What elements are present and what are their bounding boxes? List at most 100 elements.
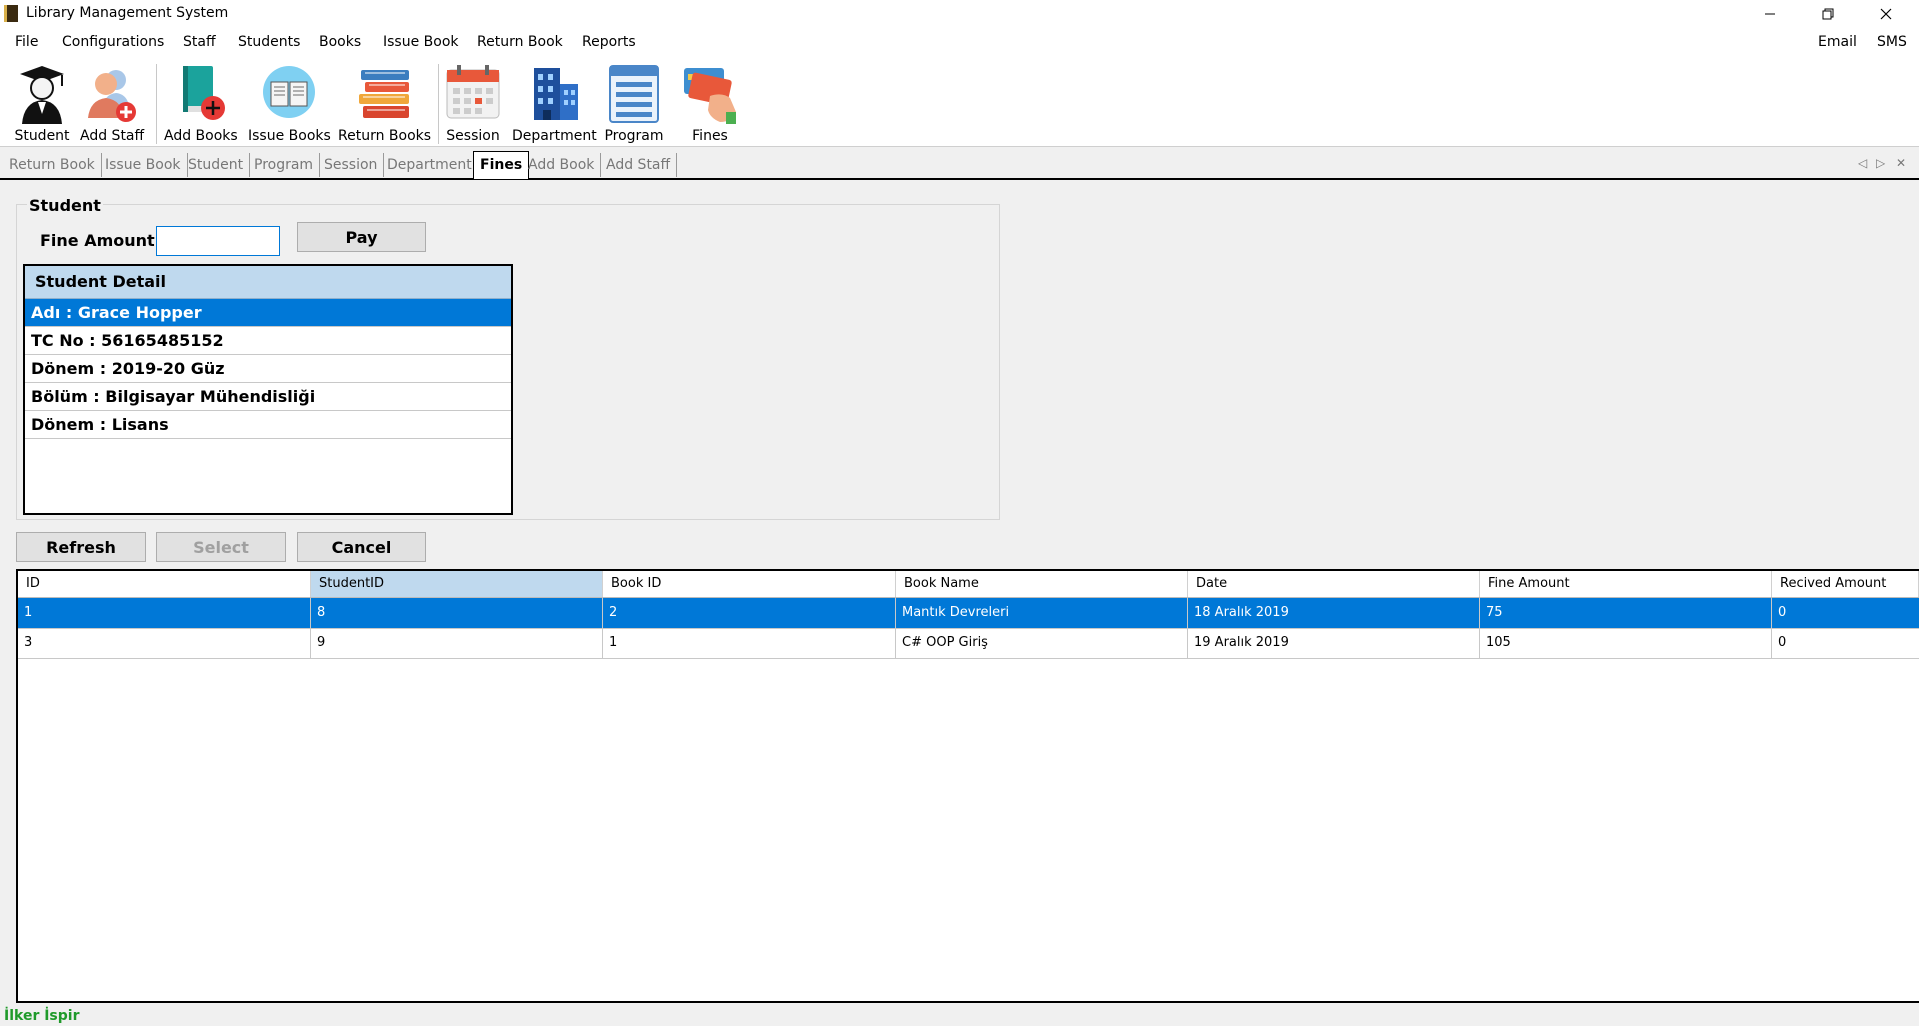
- toolbar-student-label: Student: [14, 128, 70, 144]
- menu-configurations[interactable]: Configurations: [62, 34, 164, 50]
- list-item[interactable]: Bölüm : Bilgisayar Mühendisliği: [25, 383, 511, 411]
- toolbar-add-books-button[interactable]: Add Books: [164, 62, 238, 144]
- student-group-title: Student: [27, 196, 103, 215]
- table-cell: 1: [603, 628, 896, 658]
- student-graduate-icon: [12, 62, 72, 126]
- toolbar-session-label: Session: [446, 128, 500, 144]
- table-row[interactable]: 1 8 2 Mantık Devreleri 18 Aralık 2019 75…: [18, 598, 1919, 629]
- menu-email[interactable]: Email: [1818, 34, 1857, 50]
- list-item[interactable]: Adı : Grace Hopper: [25, 299, 511, 327]
- table-cell: 19 Aralık 2019: [1188, 628, 1480, 658]
- table-cell: 9: [311, 628, 603, 658]
- grid-header: ID StudentID Book ID Book Name Date Fine…: [18, 571, 1919, 598]
- student-detail-list[interactable]: Student Detail Adı : Grace Hopper TC No …: [23, 264, 513, 515]
- tab-return-book[interactable]: Return Book: [3, 153, 102, 177]
- close-button[interactable]: [1857, 0, 1915, 28]
- book-stack-icon: [355, 62, 415, 126]
- table-row[interactable]: 3 9 1 C# OOP Giriş 19 Aralık 2019 105 0: [18, 628, 1919, 659]
- issue-book-icon: [259, 62, 319, 126]
- column-header-received-amount[interactable]: Recived Amount: [1772, 571, 1919, 597]
- toolbar-program-button[interactable]: Program: [604, 62, 664, 144]
- window-title: Library Management System: [26, 5, 229, 21]
- column-header-student-id[interactable]: StudentID: [311, 571, 603, 597]
- menu-return-book[interactable]: Return Book: [477, 34, 563, 50]
- column-header-date[interactable]: Date: [1188, 571, 1480, 597]
- table-cell: 18 Aralık 2019: [1188, 598, 1480, 628]
- toolbar: Student Add Staff Add Books Issue Books …: [0, 58, 1919, 147]
- column-header-id[interactable]: ID: [18, 571, 311, 597]
- menu-file[interactable]: File: [15, 34, 38, 50]
- menu-books[interactable]: Books: [319, 34, 361, 50]
- table-cell: 8: [311, 598, 603, 628]
- tab-add-staff[interactable]: Add Staff: [600, 153, 678, 177]
- table-cell: 0: [1778, 635, 1787, 650]
- tab-issue-book[interactable]: Issue Book: [99, 153, 188, 177]
- document-tab-strip: Return Book Issue Book Student Program S…: [0, 150, 1919, 180]
- cancel-button[interactable]: Cancel: [297, 532, 426, 562]
- calendar-icon: [443, 62, 503, 126]
- menu-reports[interactable]: Reports: [582, 34, 636, 50]
- toolbar-return-books-label: Return Books: [338, 128, 432, 144]
- toolbar-program-label: Program: [604, 128, 664, 144]
- restore-icon: [1822, 8, 1834, 20]
- fines-grid[interactable]: ID StudentID Book ID Book Name Date Fine…: [16, 569, 1919, 1003]
- close-icon: [1880, 8, 1892, 20]
- toolbar-add-books-label: Add Books: [164, 128, 238, 144]
- status-user-name: İlker İspir: [4, 1008, 80, 1024]
- toolbar-fines-button[interactable]: Fines: [680, 62, 740, 144]
- student-detail-header: Student Detail: [25, 266, 511, 299]
- tab-add-book[interactable]: Add Book: [522, 153, 602, 177]
- menu-students[interactable]: Students: [238, 34, 300, 50]
- table-cell: 1: [18, 598, 311, 628]
- column-header-book-name[interactable]: Book Name: [896, 571, 1188, 597]
- fine-amount-input[interactable]: [156, 226, 280, 256]
- table-cell: Mantık Devreleri: [896, 598, 1188, 628]
- column-header-book-id[interactable]: Book ID: [603, 571, 896, 597]
- table-cell: 2: [603, 598, 896, 628]
- table-cell: 75: [1480, 598, 1772, 628]
- toolbar-department-button[interactable]: Department: [512, 62, 597, 144]
- menu-issue-book[interactable]: Issue Book: [383, 34, 459, 50]
- status-bar: İlker İspir: [0, 1004, 1919, 1026]
- table-cell: 3: [18, 628, 311, 658]
- toolbar-session-button[interactable]: Session: [443, 62, 503, 144]
- tab-scroll-left-icon[interactable]: ◁: [1858, 156, 1867, 170]
- restore-button[interactable]: [1799, 0, 1857, 28]
- tab-close-icon[interactable]: ✕: [1896, 156, 1906, 170]
- toolbar-issue-books-label: Issue Books: [248, 128, 331, 144]
- table-cell: C# OOP Giriş: [896, 628, 1188, 658]
- menu-sms[interactable]: SMS: [1877, 34, 1907, 50]
- table-cell: 0: [1778, 605, 1787, 620]
- menu-bar: File Configurations Staff Students Books…: [0, 28, 1919, 58]
- list-item[interactable]: TC No : 56165485152: [25, 327, 511, 355]
- pay-button[interactable]: Pay: [297, 222, 426, 252]
- app-book-icon: [4, 5, 18, 22]
- tab-fines[interactable]: Fines: [473, 151, 530, 179]
- tab-department[interactable]: Department: [381, 153, 479, 177]
- toolbar-issue-books-button[interactable]: Issue Books: [248, 62, 331, 144]
- tab-scroll-right-icon[interactable]: ▷: [1876, 156, 1885, 170]
- list-item[interactable]: Dönem : 2019-20 Güz: [25, 355, 511, 383]
- toolbar-add-staff-button[interactable]: Add Staff: [80, 62, 144, 144]
- list-item[interactable]: Dönem : Lisans: [25, 411, 511, 439]
- toolbar-separator: [156, 64, 157, 144]
- refresh-button[interactable]: Refresh: [16, 532, 146, 562]
- toolbar-separator: [438, 64, 439, 144]
- add-staff-icon: [82, 62, 142, 126]
- program-list-icon: [604, 62, 664, 126]
- table-cell: 105: [1480, 628, 1772, 658]
- toolbar-fines-label: Fines: [692, 128, 728, 144]
- column-header-fine-amount[interactable]: Fine Amount: [1480, 571, 1772, 597]
- tab-student[interactable]: Student: [182, 153, 251, 177]
- tab-program[interactable]: Program: [248, 153, 321, 177]
- credit-card-hand-icon: [680, 62, 740, 126]
- add-book-icon: [171, 62, 231, 126]
- toolbar-student-button[interactable]: Student: [12, 62, 72, 144]
- minimize-button[interactable]: [1741, 0, 1799, 28]
- title-bar: Library Management System: [0, 0, 1919, 28]
- fine-amount-label: Fine Amount: [40, 231, 155, 250]
- toolbar-return-books-button[interactable]: Return Books: [338, 62, 431, 144]
- menu-staff[interactable]: Staff: [183, 34, 216, 50]
- tab-session[interactable]: Session: [318, 153, 385, 177]
- select-button[interactable]: Select: [156, 532, 286, 562]
